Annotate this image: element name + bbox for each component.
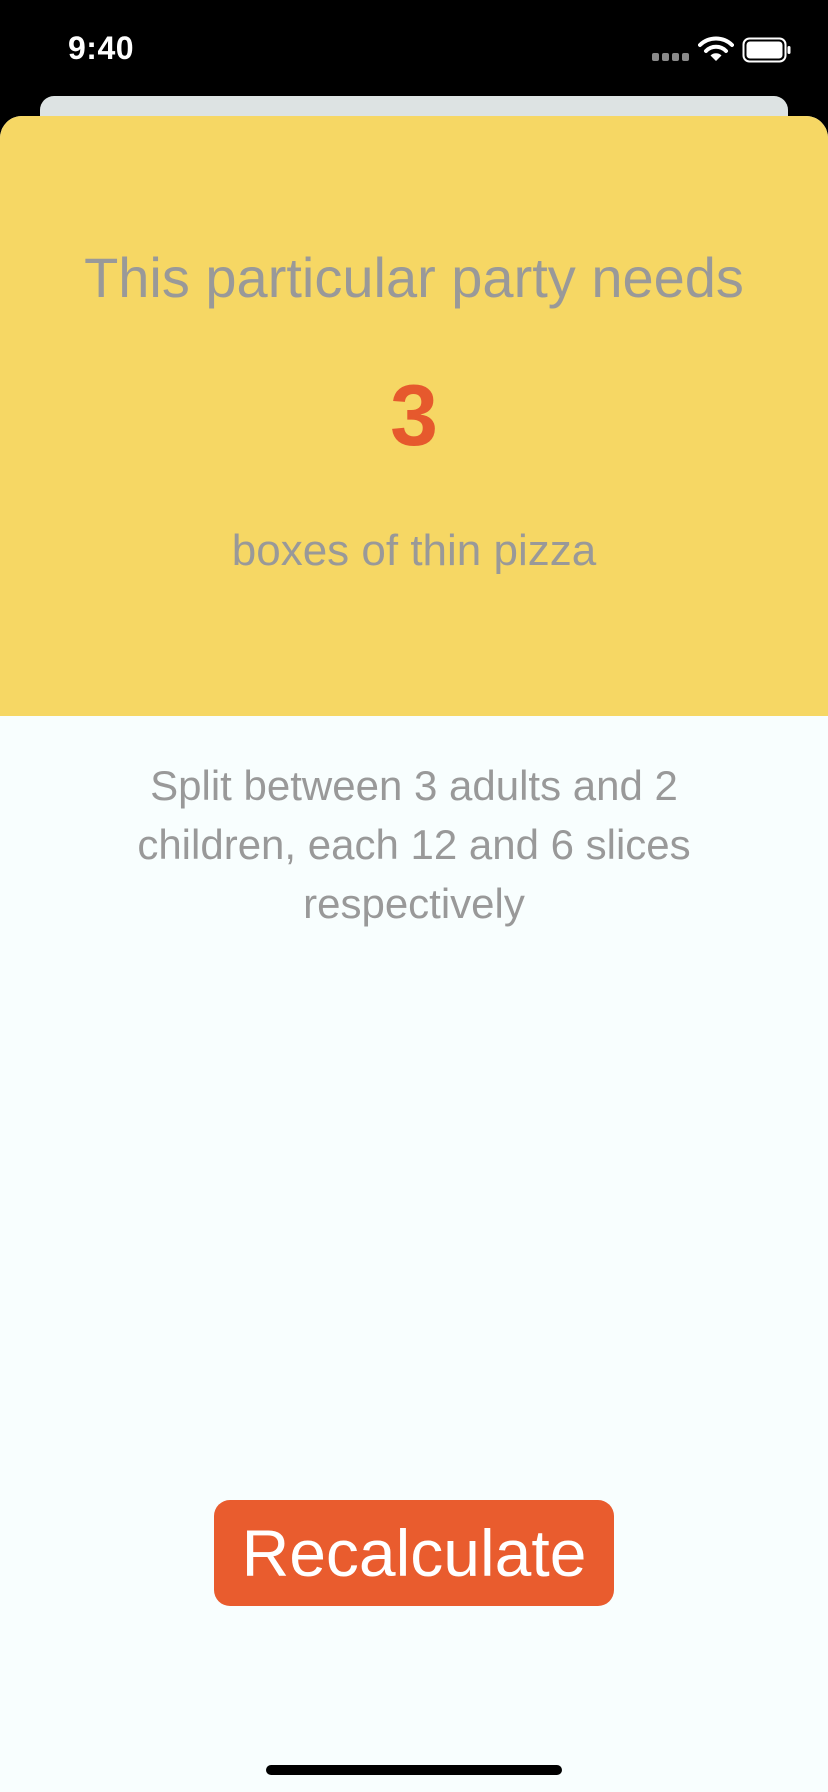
- result-panel: This particular party needs 3 boxes of t…: [0, 116, 828, 716]
- status-bar: 9:40: [0, 0, 828, 100]
- wifi-icon: [698, 36, 734, 61]
- recalculate-button[interactable]: Recalculate: [214, 1500, 614, 1606]
- box-unit-label: boxes of thin pizza: [231, 526, 597, 575]
- battery-icon: [742, 37, 791, 63]
- result-headline: This particular party needs: [84, 246, 744, 309]
- home-indicator[interactable]: [266, 1765, 562, 1775]
- status-time: 9:40: [68, 30, 135, 66]
- box-count: 3: [390, 368, 438, 464]
- split-description: Split between 3 adults and 2 children, e…: [137, 762, 691, 927]
- cellular-signal-icon: [652, 53, 690, 61]
